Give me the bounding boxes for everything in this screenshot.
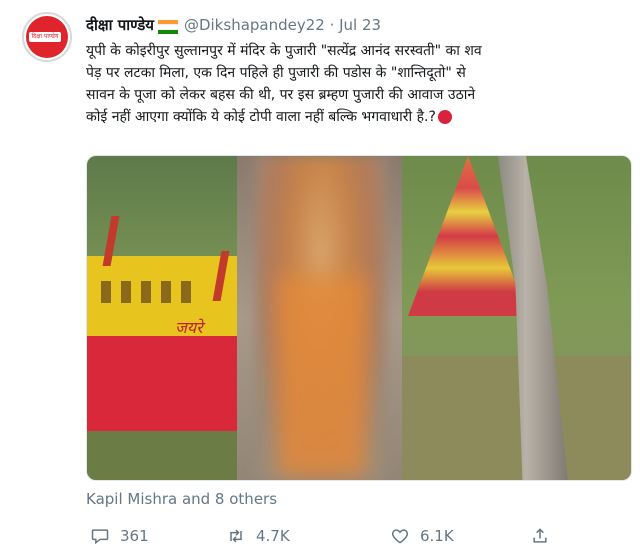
wall-slot (141, 281, 151, 303)
action-bar: 361 4.7K 6.1K (86, 526, 632, 550)
media-photo-shrine-tree[interactable] (402, 156, 631, 480)
avatar-text: दिक्षा पाण्डेय (29, 32, 61, 42)
tweet-text-line: यूपी के कोइरीपुर सुल्तानपुर में मंदिर के… (86, 43, 482, 59)
tweet-text-line: पेड़ पर लटका मिला, एक दिन पहिले ही पुजार… (86, 65, 466, 81)
reply-button[interactable]: 361 (90, 526, 149, 546)
heart-icon (391, 529, 409, 544)
reply-count: 361 (120, 527, 149, 545)
tweet-card: दिक्षा पाण्डेय दीक्षा पाण्डेय @Dikshapan… (0, 0, 640, 560)
tweet-text-line-content: कोई नहीं आएगा क्योंकि ये कोई टोपी वाला न… (86, 109, 436, 125)
tweet-text-line: सावन के पूजा को लेकर बहस की थी, पर इस ब्… (86, 87, 476, 103)
retweet-count: 4.7K (256, 527, 290, 545)
author-name[interactable]: दीक्षा पाण्डेय (86, 15, 154, 35)
tweet-header: दीक्षा पाण्डेय @Dikshapandey22 · Jul 23 (86, 14, 381, 36)
crying-face-emoji-icon (437, 110, 452, 124)
author-handle-and-date[interactable]: @Dikshapandey22 · Jul 23 (184, 16, 381, 34)
share-icon (533, 528, 547, 543)
media-collage[interactable]: जयरे (86, 155, 632, 481)
wall-slot (101, 281, 111, 303)
wall-slot (121, 281, 131, 303)
wall-scrawl: जयरे (175, 318, 203, 337)
share-button[interactable] (530, 526, 560, 546)
avatar[interactable]: दिक्षा पाण्डेय (22, 12, 72, 62)
like-count: 6.1K (420, 527, 454, 545)
retweet-button[interactable]: 4.7K (226, 526, 290, 546)
liked-by-text[interactable]: Kapil Mishra and 8 others (86, 490, 277, 508)
red-wall (87, 336, 237, 436)
ground (87, 431, 237, 480)
wall-slot (181, 281, 191, 303)
india-flag-icon (157, 19, 178, 35)
media-photo-blurred[interactable] (237, 156, 402, 480)
stone-wall (402, 356, 631, 480)
blurred-robe (277, 276, 367, 476)
comment-bubble-icon (91, 529, 109, 545)
wall-slot (161, 281, 171, 303)
tweet-text-line: कोई नहीं आएगा क्योंकि ये कोई टोपी वाला न… (86, 106, 632, 128)
like-button[interactable]: 6.1K (390, 526, 454, 546)
retweet-arrows-icon (230, 529, 242, 543)
tweet-text: यूपी के कोइरीपुर सुल्तानपुर में मंदिर के… (86, 40, 632, 128)
media-photo-temple-wall[interactable]: जयरे (87, 156, 237, 480)
